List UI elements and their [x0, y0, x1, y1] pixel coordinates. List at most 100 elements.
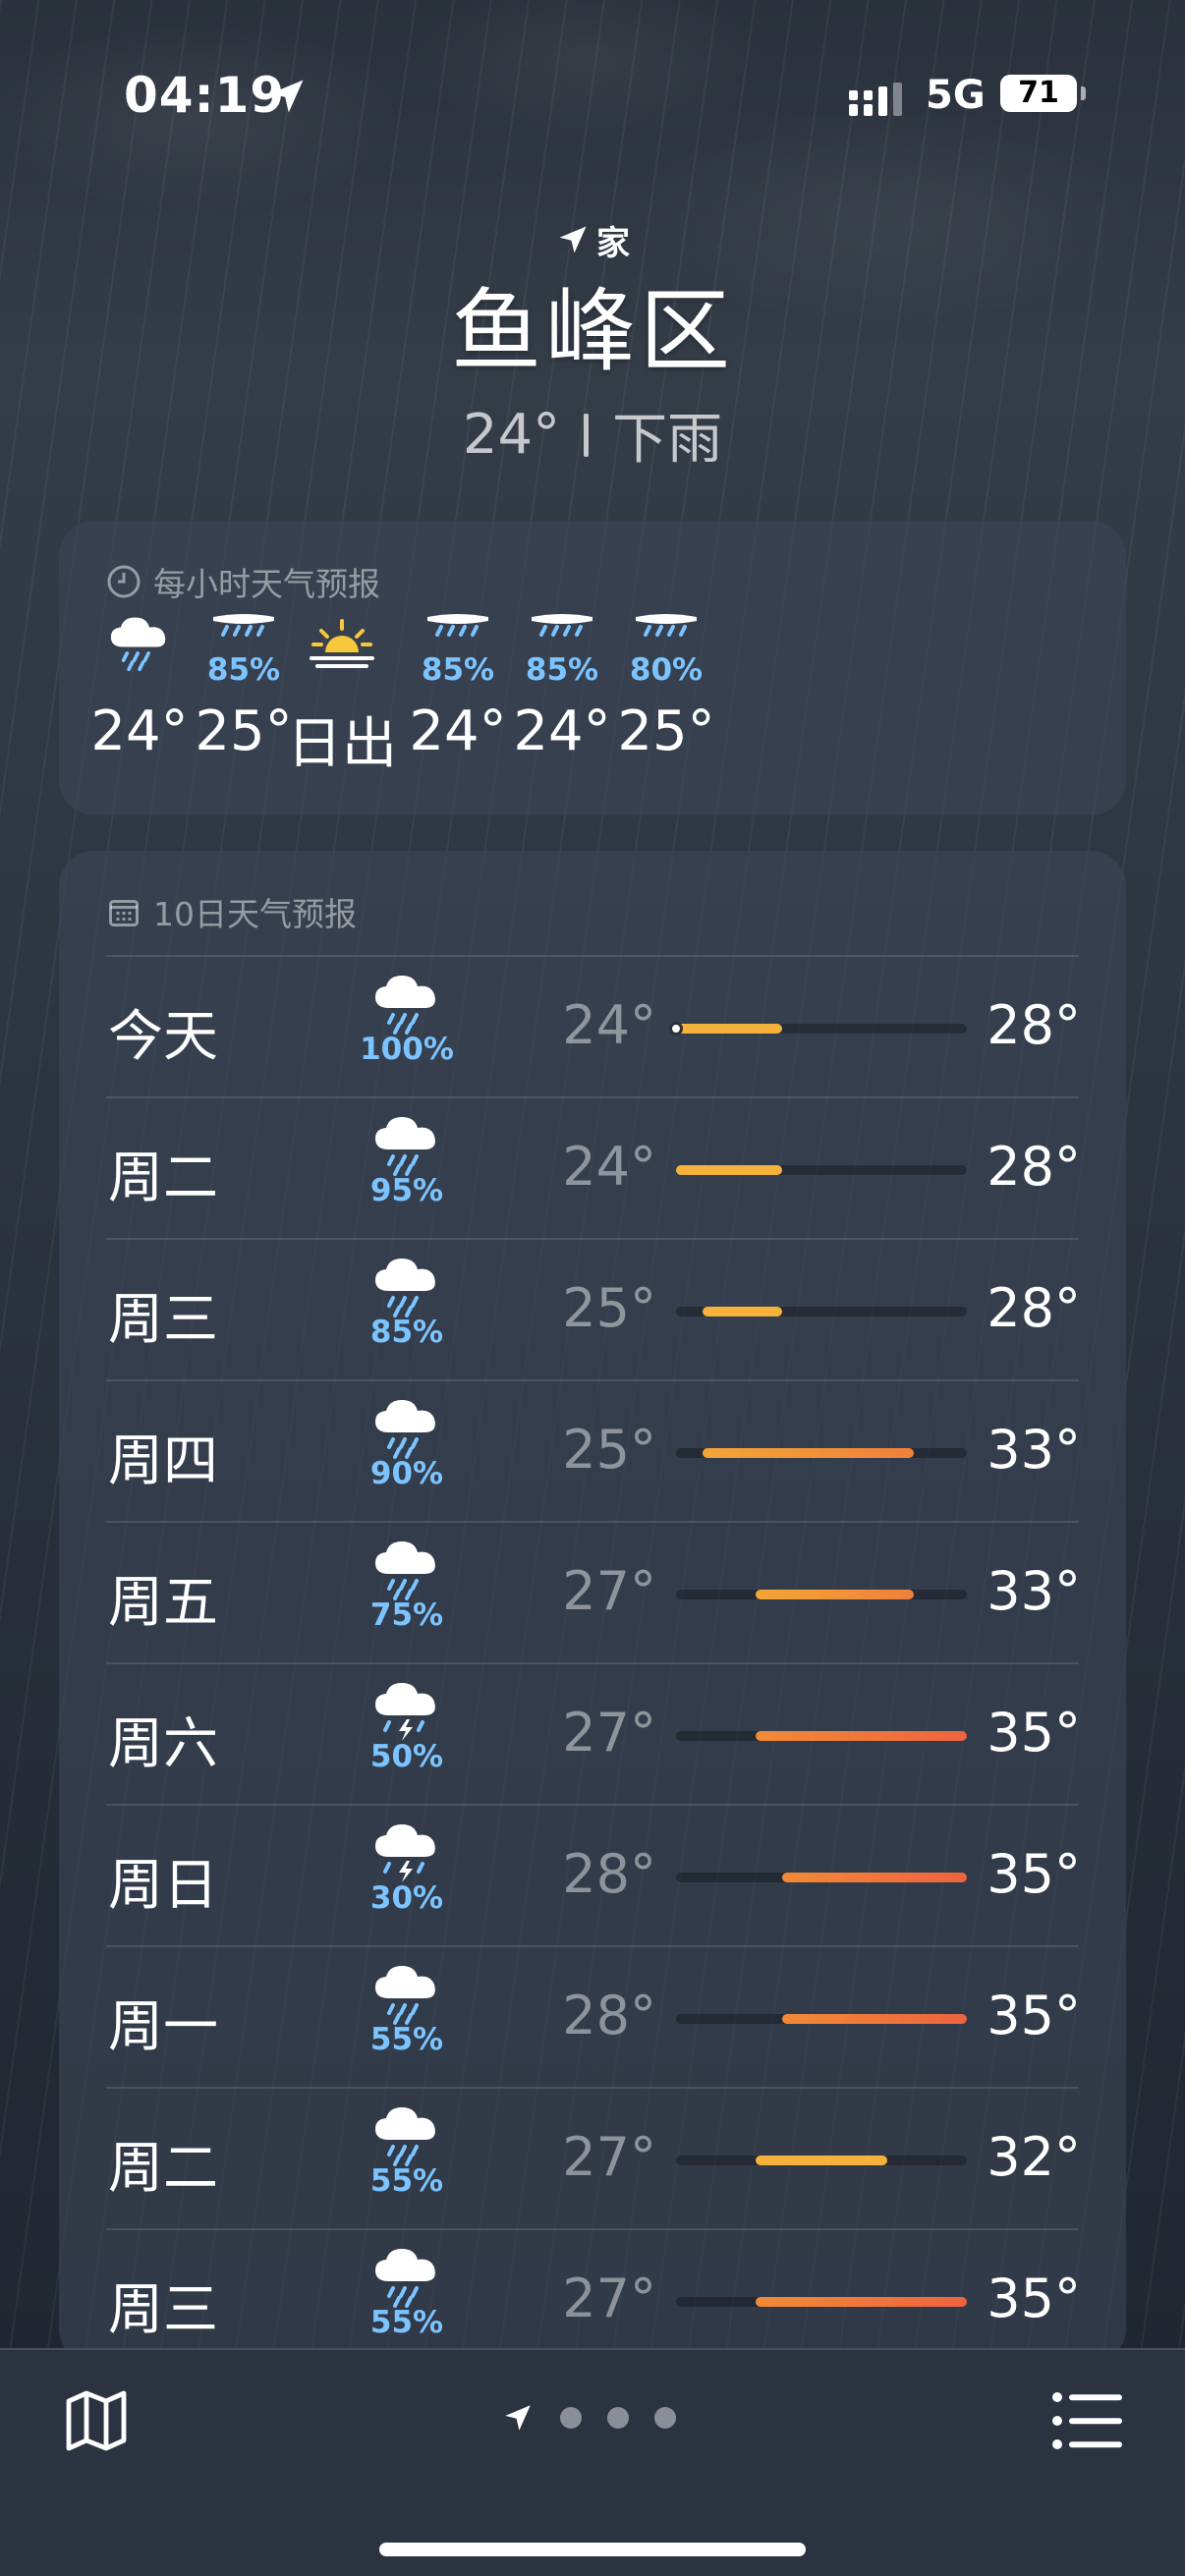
- daily-row[interactable]: 周三 55% 27° 35°: [106, 2228, 1081, 2364]
- high-temp: 33°: [987, 1560, 1081, 1622]
- daily-row[interactable]: 周二 55% 27° 32°: [106, 2087, 1081, 2228]
- thunderstorm-icon: 50%: [348, 1678, 466, 1774]
- city-name: 鱼峰区: [450, 279, 734, 384]
- high-temp: 35°: [987, 1985, 1081, 2046]
- temp-range-bar: [676, 1307, 967, 1316]
- daily-precip: 90%: [369, 1456, 444, 1491]
- day-label: 周一: [108, 1995, 218, 2059]
- condition-text: 下雨: [612, 408, 723, 472]
- temp-range-bar: [669, 1022, 967, 1036]
- temp-range-fill: [702, 1448, 915, 1458]
- day-label: 周五: [108, 1571, 218, 1635]
- daily-row[interactable]: 周六 50% 27° 35°: [106, 1662, 1081, 1804]
- home-indicator: [379, 2543, 806, 2556]
- page-dot[interactable]: [560, 2407, 582, 2429]
- rain-icon: [597, 613, 735, 680]
- location-arrow-icon: [559, 226, 587, 253]
- temp-range-bar: [676, 1731, 967, 1741]
- day-label: 周三: [108, 1288, 218, 1352]
- daily-row[interactable]: 周三 85% 25° 28°: [106, 1238, 1081, 1379]
- daily-precip: 55%: [369, 2163, 444, 2199]
- page-dot[interactable]: [654, 2407, 676, 2429]
- temp-range-fill: [781, 2014, 967, 2024]
- clock: 04:19: [124, 67, 286, 124]
- hourly-forecast-card[interactable]: 每小时天气预报 24° 85% 25° 日出 85% 24° 85% 24° 80% 25°: [59, 521, 1126, 815]
- low-temp: 27°: [562, 2268, 656, 2329]
- cloud-rain-icon: 85%: [348, 1254, 466, 1350]
- low-temp: 28°: [562, 1843, 656, 1905]
- daily-row[interactable]: 周日 30% 28° 35°: [106, 1804, 1081, 1945]
- daily-title: 10日天气预报: [106, 888, 357, 935]
- daily-row[interactable]: 周四 90% 25° 33°: [106, 1379, 1081, 1521]
- low-temp: 28°: [562, 1985, 656, 2046]
- daily-precip: 55%: [369, 2022, 444, 2057]
- day-label: 周三: [108, 2278, 218, 2342]
- daily-precip: 55%: [369, 2305, 444, 2340]
- high-temp: 33°: [987, 1419, 1081, 1481]
- daily-precip: 50%: [369, 1739, 444, 1774]
- current-conditions: 24° 下雨: [0, 395, 1185, 475]
- daily-precip: 30%: [369, 1880, 444, 1916]
- signal-icon: [849, 83, 902, 116]
- temp-range-bar: [676, 1165, 967, 1175]
- temp-range-fill: [702, 1307, 782, 1316]
- map-icon[interactable]: [63, 2387, 130, 2454]
- low-temp: 27°: [562, 1560, 656, 1622]
- day-label: 今天: [108, 1005, 218, 1069]
- low-temp: 27°: [562, 1702, 656, 1764]
- list-icon[interactable]: [1049, 2387, 1122, 2454]
- daily-precip: 85%: [369, 1315, 444, 1350]
- cloud-rain-icon: 90%: [348, 1395, 466, 1491]
- daily-precip: 95%: [369, 1173, 444, 1208]
- high-temp: 28°: [987, 1277, 1081, 1339]
- ten-day-forecast-card[interactable]: 10日天气预报 今天 100% 24° 28° 周二 95% 24° 28° 周三 85% 25° 2…: [59, 851, 1126, 2364]
- temp-range-fill: [781, 1873, 967, 1882]
- high-temp: 35°: [987, 1702, 1081, 1764]
- hourly-temp: 25°: [617, 700, 715, 763]
- current-temperature: 24°: [462, 403, 561, 467]
- status-bar: 04:19 5G 71: [0, 67, 1185, 126]
- location-label: 家: [596, 223, 630, 263]
- daily-title-text: 10日天气预报: [153, 895, 357, 933]
- day-label: 周二: [108, 1147, 218, 1210]
- low-temp: 25°: [562, 1419, 656, 1481]
- high-temp: 35°: [987, 1843, 1081, 1905]
- current-temp-dot: [669, 1022, 683, 1036]
- daily-row[interactable]: 今天 100% 24° 28°: [106, 955, 1081, 1096]
- day-label: 周日: [108, 1854, 218, 1918]
- day-label: 周四: [108, 1429, 218, 1493]
- low-temp: 25°: [562, 1277, 656, 1339]
- temp-range-bar: [676, 2156, 967, 2165]
- location-arrow-icon: [505, 2405, 531, 2431]
- temp-range-bar: [676, 1448, 967, 1458]
- high-temp: 35°: [987, 2268, 1081, 2329]
- hourly-title-text: 每小时天气预报: [153, 565, 380, 603]
- battery-icon: 71: [1000, 75, 1086, 112]
- high-temp: 32°: [987, 2126, 1081, 2188]
- day-label: 周二: [108, 2137, 218, 2201]
- cloud-rain-icon: 55%: [348, 2102, 466, 2199]
- low-temp: 24°: [562, 994, 656, 1056]
- hourly-title: 每小时天气预报: [106, 558, 380, 605]
- low-temp: 24°: [562, 1136, 656, 1198]
- daily-row[interactable]: 周一 55% 28° 35°: [106, 1945, 1081, 2087]
- temp-range-fill: [755, 2297, 967, 2307]
- temp-range-fill: [755, 2156, 888, 2165]
- page-dot[interactable]: [607, 2407, 629, 2429]
- cloud-rain-icon: 100%: [348, 971, 466, 1067]
- network-label: 5G: [926, 73, 986, 118]
- daily-row[interactable]: 周二 95% 24° 28°: [106, 1096, 1081, 1238]
- bottom-toolbar: [0, 2348, 1185, 2576]
- clock-icon: [107, 565, 141, 598]
- page-indicator[interactable]: [501, 2401, 676, 2435]
- divider: [584, 413, 590, 457]
- daily-row[interactable]: 周五 75% 27° 33°: [106, 1521, 1081, 1662]
- hourly-item: 80% 25°: [597, 613, 735, 763]
- day-label: 周六: [108, 1712, 218, 1776]
- high-temp: 28°: [987, 1136, 1081, 1198]
- temp-range-fill: [755, 1731, 967, 1741]
- temp-range-fill: [676, 1024, 782, 1034]
- temp-range-bar: [676, 1590, 967, 1599]
- calendar-icon: [109, 900, 139, 926]
- daily-precip: 100%: [360, 1032, 454, 1067]
